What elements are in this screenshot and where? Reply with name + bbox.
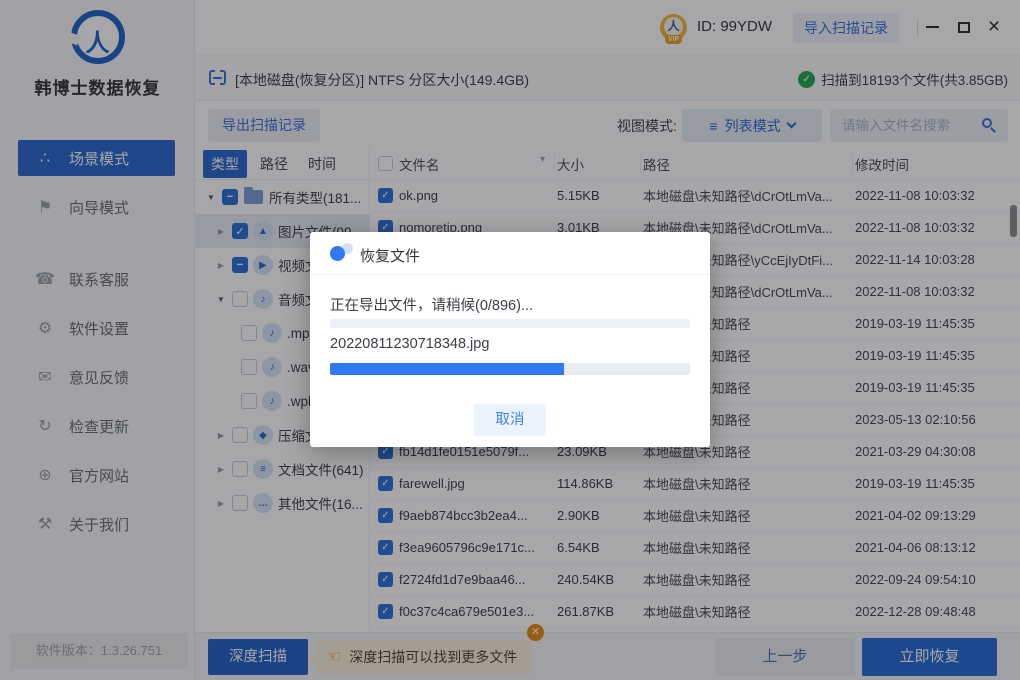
- loading-dots-icon: [330, 243, 356, 263]
- current-file-name: 20220811230718348.jpg: [330, 336, 489, 352]
- export-status-text: 正在导出文件，请稍候(0/896)...: [330, 294, 533, 315]
- total-progress-bar: [330, 319, 690, 328]
- file-progress-bar: [330, 363, 690, 375]
- cancel-button[interactable]: 取消: [474, 404, 546, 436]
- file-progress-fill: [330, 363, 564, 375]
- app-window: 韩博士数据恢复 ∴ 场景模式 ⚑ 向导模式 ☎ 联系客服: [0, 0, 1020, 680]
- dialog-title: 恢复文件: [360, 245, 420, 266]
- dialog-header: 恢复文件: [310, 232, 710, 275]
- recover-files-dialog: 恢复文件 正在导出文件，请稍候(0/896)... 20220811230718…: [310, 232, 710, 447]
